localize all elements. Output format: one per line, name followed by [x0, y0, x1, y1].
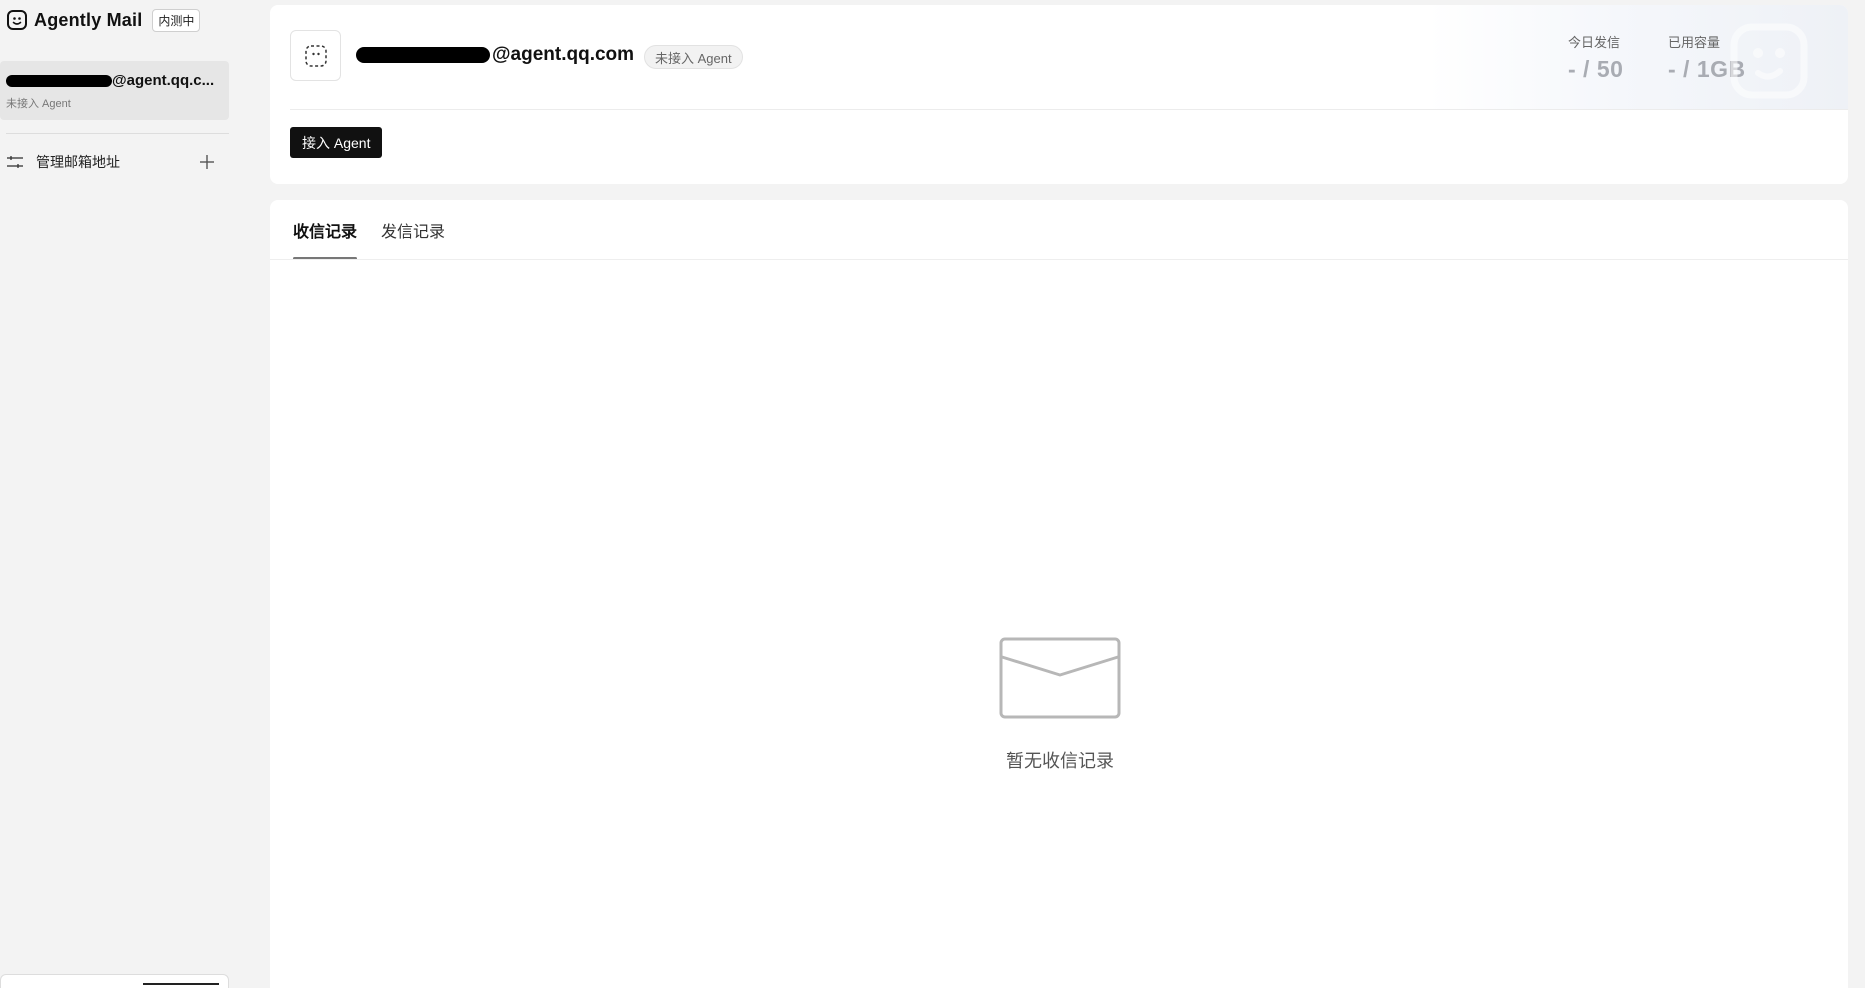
tab-sent-records[interactable]: 发信记录	[381, 200, 445, 260]
stat-daily-sent: 今日发信 - / 50	[1568, 32, 1623, 83]
brand-name: Agently Mail	[34, 9, 143, 30]
sidebar: Agently Mail 内测中 @agent.qq.c... 未接入 Agen…	[0, 0, 240, 988]
plus-icon[interactable]	[198, 153, 216, 171]
mailbox-address: @agent.qq.c...	[6, 72, 224, 89]
stat-value: - / 50	[1568, 56, 1624, 82]
sliders-icon	[7, 156, 23, 168]
agent-status-pill: 未接入 Agent	[644, 45, 743, 69]
tab-inbox-records[interactable]: 收信记录	[293, 200, 358, 260]
brand: Agently Mail 内测中	[6, 8, 201, 32]
redacted-text	[356, 47, 490, 63]
empty-state-text: 暂无收信记录	[1006, 751, 1114, 771]
manage-addresses-link[interactable]: 管理邮箱地址	[6, 150, 216, 174]
connect-agent-button[interactable]: 接入 Agent	[290, 127, 383, 158]
mailbox-title: @agent.qq.com	[356, 44, 634, 66]
mailbox-address-domain: @agent.qq.c...	[112, 72, 215, 89]
beta-badge: 内测中	[152, 8, 201, 32]
header-divider	[290, 109, 1848, 110]
sidebar-footer[interactable]	[0, 974, 229, 988]
redacted-text	[6, 74, 112, 87]
mailbox-status: 未接入 Agent	[6, 98, 71, 110]
mailbox-header-card: @agent.qq.com 未接入 Agent 今日发信 - / 50 已用容量…	[270, 5, 1848, 184]
records-tabs: 收信记录 发信记录	[293, 200, 469, 260]
footer-cut-off-text	[143, 983, 219, 988]
records-card: 收信记录 发信记录 暂无收信记录	[270, 200, 1848, 988]
mailbox-avatar	[290, 30, 341, 81]
sidebar-divider	[6, 133, 229, 134]
stat-label: 今日发信	[1568, 35, 1621, 50]
mailbox-title-domain: @agent.qq.com	[492, 44, 635, 65]
envelope-icon	[999, 637, 1121, 719]
tabs-divider	[270, 259, 1848, 260]
mailbox-item[interactable]: @agent.qq.c... 未接入 Agent	[0, 61, 229, 120]
app-root: Agently Mail 内测中 @agent.qq.c... 未接入 Agen…	[0, 0, 1865, 988]
manage-addresses-label: 管理邮箱地址	[36, 154, 120, 170]
dashed-face-icon	[304, 44, 327, 67]
smiley-face-icon	[7, 10, 27, 30]
watermark-face-icon	[1730, 23, 1808, 99]
